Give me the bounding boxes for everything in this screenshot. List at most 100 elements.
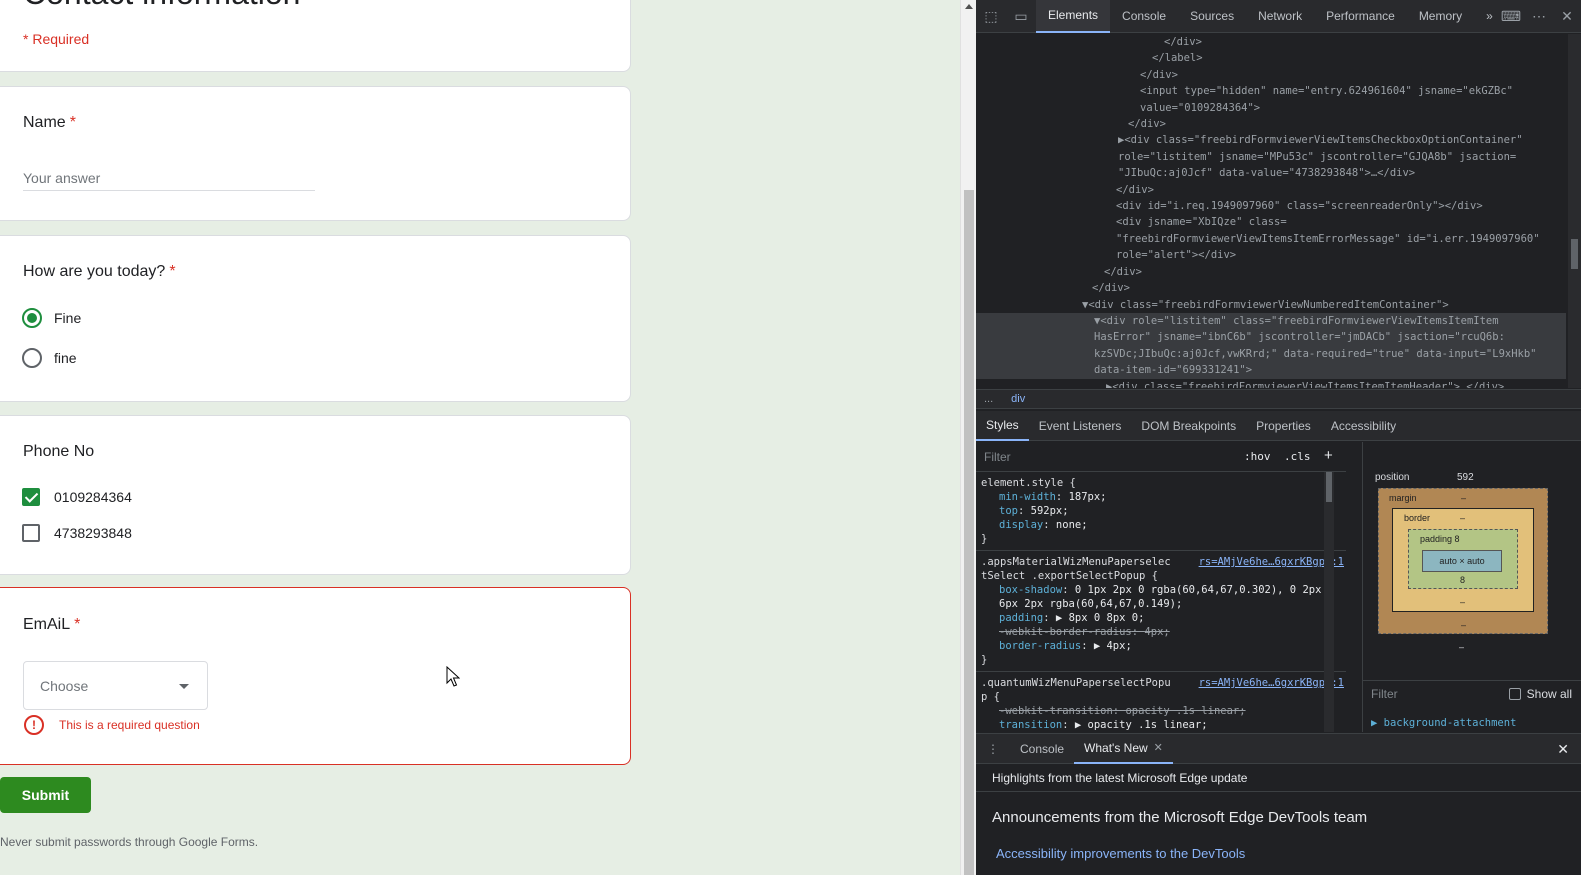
css-property-name[interactable]: padding <box>999 612 1043 624</box>
scrollbar-thumb[interactable] <box>964 190 974 875</box>
dom-node-line[interactable]: <div id="i.req.1949097960" class="screen… <box>976 198 1566 214</box>
css-selector[interactable]: .quantumWizMenuPaperselectPopu p { <box>981 676 1171 704</box>
css-rule[interactable]: .quantumWizMenuPaperselectPopu p { rs=AMj… <box>976 672 1346 732</box>
css-property[interactable]: display: none; <box>981 518 1342 532</box>
email-select[interactable]: Choose <box>23 661 208 710</box>
drawer-menu-icon[interactable]: ⋮ <box>976 742 1010 756</box>
class-toggle[interactable]: .cls <box>1284 450 1311 463</box>
checkbox-unchecked-icon[interactable] <box>22 524 40 542</box>
css-property-name[interactable]: top <box>999 505 1018 517</box>
dom-node-line[interactable]: </div> <box>976 264 1566 280</box>
css-property[interactable]: box-shadow: 0 1px 2px 0 rgba(60,64,67,0.… <box>981 583 1342 611</box>
css-rule[interactable]: .appsMaterialWizMenuPaperselec tSelect .… <box>976 551 1346 672</box>
dom-node-line[interactable]: </div> <box>976 182 1566 198</box>
dom-node-line[interactable]: data-item-id="699331241"> <box>976 362 1566 379</box>
hover-state-toggle[interactable]: :hov <box>1244 450 1271 463</box>
css-property-value[interactable]: ▶ 8px 0 8px 0; <box>1056 612 1145 624</box>
tab-memory[interactable]: Memory <box>1407 0 1474 33</box>
box-model-content[interactable]: auto × auto <box>1422 550 1502 572</box>
css-property-name[interactable]: display <box>999 519 1043 531</box>
elements-tree[interactable]: </div> </label> </div> <input type="hidden"… <box>976 34 1566 388</box>
css-selector[interactable]: .appsMaterialWizMenuPaperselec tSelect .… <box>981 555 1171 583</box>
scroll-up-arrow-icon[interactable] <box>965 4 973 9</box>
dom-node-line[interactable]: role="listitem" jsname="MPu53c" jscontro… <box>976 149 1566 165</box>
dom-node-line[interactable]: ▶<div class="freebirdFormviewerViewItems… <box>976 379 1566 388</box>
css-property-name[interactable]: box-shadow <box>999 584 1062 596</box>
tab-performance[interactable]: Performance <box>1314 0 1407 33</box>
checkbox-checked-icon[interactable] <box>22 488 40 506</box>
css-property-value[interactable]: opacity .1s linear; <box>1125 705 1245 717</box>
css-property[interactable]: padding: ▶ 8px 0 8px 0; <box>981 611 1342 625</box>
tab-accessibility[interactable]: Accessibility <box>1321 411 1406 441</box>
css-property[interactable]: transition: ▶ opacity .1s linear; <box>981 718 1342 732</box>
dom-node-line[interactable]: <div jsname="XbIQze" class= <box>976 214 1566 230</box>
dom-node-line[interactable]: ▼<div role="listitem" class="freebirdFor… <box>976 312 1566 330</box>
submit-button[interactable]: Submit <box>0 777 91 813</box>
tab-sources[interactable]: Sources <box>1178 0 1246 33</box>
tab-event-listeners[interactable]: Event Listeners <box>1029 411 1132 441</box>
box-model-padding[interactable]: padding 8 auto × auto 8 <box>1408 529 1518 589</box>
css-property-name[interactable]: border-radius <box>999 640 1081 652</box>
computed-filter[interactable]: Filter Show all <box>1363 680 1581 706</box>
styles-scrollbar[interactable] <box>1324 472 1334 732</box>
checkbox-option-2[interactable]: 4738293848 <box>22 524 132 542</box>
checkbox-unchecked-icon[interactable] <box>1508 688 1521 700</box>
name-input[interactable] <box>23 165 315 191</box>
dom-node-line[interactable]: </div> <box>976 34 1566 50</box>
dom-node-line[interactable]: </div> <box>976 67 1566 83</box>
dom-node-line[interactable]: "JIbuQc:aj0Jcf" data-value="4738293848">… <box>976 165 1566 181</box>
drawer-close-icon[interactable]: ✕ <box>1557 741 1569 758</box>
tab-elements[interactable]: Elements <box>1036 0 1111 33</box>
more-options-icon[interactable]: ⋯ <box>1525 8 1553 25</box>
tab-styles[interactable]: Styles <box>976 411 1029 441</box>
css-property-name[interactable]: transition <box>999 719 1062 731</box>
radio-checked-icon[interactable] <box>22 308 42 328</box>
inspect-element-icon[interactable]: ⬚ <box>976 0 1006 33</box>
dom-node-line[interactable]: ▼<div class="freebirdFormviewerViewNumbe… <box>976 297 1566 313</box>
dom-node-line[interactable]: </div> <box>976 116 1566 132</box>
css-property-value[interactable]: 592px; <box>1031 505 1069 517</box>
dom-node-line[interactable]: role="alert"></div> <box>976 247 1566 263</box>
drawer-tab-whats-new[interactable]: What's New ✕ <box>1074 734 1173 764</box>
css-property-value[interactable]: ▶ opacity .1s linear; <box>1075 719 1208 731</box>
css-property-name[interactable]: -webkit-transition <box>999 705 1113 717</box>
css-property-value[interactable]: none; <box>1056 519 1088 531</box>
tab-network[interactable]: Network <box>1246 0 1314 33</box>
radio-unchecked-icon[interactable] <box>22 348 42 368</box>
styles-filter[interactable]: Filter :hov .cls + <box>976 442 1346 472</box>
tab-console[interactable]: Console <box>1110 0 1178 33</box>
checkbox-option-1[interactable]: 0109284364 <box>22 488 132 506</box>
box-model-margin[interactable]: margin – – border – – padding 8 auto × a… <box>1378 488 1548 634</box>
elements-scrollbar[interactable] <box>1568 34 1581 388</box>
scrollbar-thumb[interactable] <box>1571 239 1578 269</box>
css-property[interactable]: border-radius: ▶ 4px; <box>981 639 1342 653</box>
css-source-link[interactable]: rs=AMjVe6he…6gxrKBgpg:1 <box>1199 676 1344 690</box>
css-source-link[interactable]: rs=AMjVe6he…6gxrKBgpg:1 <box>1199 555 1344 569</box>
css-property-name[interactable]: -webkit-border-radius <box>999 626 1132 638</box>
page-scrollbar[interactable] <box>960 0 976 875</box>
new-rule-button[interactable]: + <box>1324 447 1333 464</box>
dom-node-line[interactable]: <input type="hidden" name="entry.6249616… <box>976 83 1566 99</box>
dom-node-line[interactable]: HasError" jsname="ibnC6b" jscontroller="… <box>976 329 1566 346</box>
breadcrumb-item[interactable]: div <box>1011 393 1025 405</box>
breadcrumb-overflow[interactable]: ... <box>984 393 993 405</box>
computed-property[interactable]: ▶ background-attachment <box>1371 717 1516 729</box>
drawer-tab-console[interactable]: Console <box>1010 734 1074 764</box>
css-property[interactable]: min-width: 187px; <box>981 490 1342 504</box>
css-property-value[interactable]: 187px; <box>1069 491 1107 503</box>
css-selector[interactable]: element.style { <box>981 476 1171 490</box>
tab-properties[interactable]: Properties <box>1246 411 1321 441</box>
dom-node-line[interactable]: value="0109284364"> <box>976 100 1566 116</box>
dom-node-line[interactable]: </div> <box>976 280 1566 296</box>
css-property-value[interactable]: 4px; <box>1144 626 1169 638</box>
device-toolbar-icon[interactable]: ▭ <box>1006 0 1036 33</box>
css-property[interactable]: -webkit-border-radius: 4px; <box>981 625 1342 639</box>
radio-option-fine-capital[interactable]: Fine <box>22 308 81 328</box>
dom-node-line[interactable]: ▶<div class="freebirdFormviewerViewItems… <box>976 132 1566 148</box>
css-property[interactable]: top: 592px; <box>981 504 1342 518</box>
radio-option-fine-lower[interactable]: fine <box>22 348 77 368</box>
box-model-border[interactable]: border – – padding 8 auto × auto 8 <box>1392 508 1534 612</box>
close-tab-icon[interactable]: ✕ <box>1154 741 1163 754</box>
dom-node-line[interactable]: </label> <box>976 50 1566 66</box>
css-property-value[interactable]: ▶ 4px; <box>1094 640 1132 652</box>
